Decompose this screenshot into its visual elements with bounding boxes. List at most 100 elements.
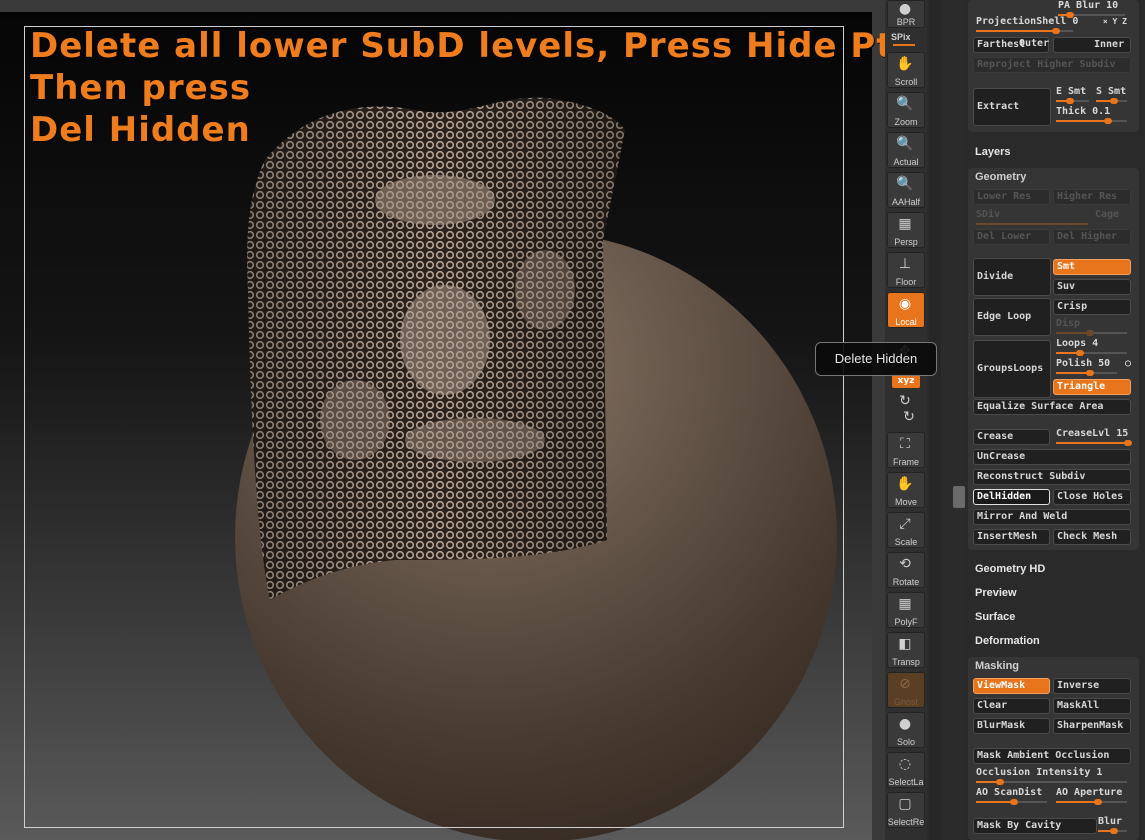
tooltip: Delete Hidden xyxy=(815,342,937,376)
divide-button[interactable]: Divide xyxy=(973,258,1051,296)
polish-circle-icon[interactable]: ○ xyxy=(1125,358,1131,370)
mirror-and-weld-button[interactable]: Mirror And Weld xyxy=(973,509,1131,525)
extract-button[interactable]: Extract xyxy=(973,88,1051,126)
sdiv-slider[interactable]: SDiv xyxy=(973,209,1093,227)
hand-icon: ✋ xyxy=(896,56,914,72)
spix-slider[interactable]: SPix xyxy=(887,30,925,48)
triangle-toggle[interactable]: Triangle xyxy=(1053,379,1131,395)
reproject-higher-subdiv-button[interactable]: Reproject Higher Subdiv xyxy=(973,57,1131,73)
xyz-label: xyz xyxy=(892,374,920,388)
solo-button[interactable]: ● Solo xyxy=(887,712,925,748)
polish-slider[interactable]: Polish 50 ○ xyxy=(1053,358,1133,376)
clear-mask-button[interactable]: Clear xyxy=(973,698,1050,714)
preview-section-header[interactable]: Preview xyxy=(975,587,1017,599)
perspective-grid-icon: ▦ xyxy=(898,216,912,232)
geometry-hd-section-header[interactable]: Geometry HD xyxy=(975,563,1045,575)
del-lower-button[interactable]: Del Lower xyxy=(973,229,1050,245)
close-holes-button[interactable]: Close Holes xyxy=(1053,489,1131,505)
aahalf-button[interactable]: 🔍 AAHalf xyxy=(887,172,925,208)
masking-section-header[interactable]: Masking xyxy=(968,658,1139,674)
lower-res-button[interactable]: Lower Res xyxy=(973,189,1050,205)
transp-button[interactable]: ◧ Transp xyxy=(887,632,925,668)
higher-res-button[interactable]: Higher Res xyxy=(1053,189,1131,205)
disp-slider[interactable]: Disp xyxy=(1053,318,1133,336)
inner-button[interactable]: Inner xyxy=(1053,37,1131,53)
lasso-icon: ◌ xyxy=(898,756,912,772)
layers-section-header[interactable]: Layers xyxy=(975,146,1010,158)
selectlasso-button[interactable]: ◌ SelectLa xyxy=(887,752,925,788)
edge-loop-button[interactable]: Edge Loop xyxy=(973,298,1051,336)
crease-button[interactable]: Crease xyxy=(973,429,1050,445)
cage-button[interactable]: Cage xyxy=(1093,209,1133,227)
magnifier-icon: 🔍 xyxy=(896,136,914,152)
frame-icon: ⛶ xyxy=(900,436,910,452)
polyf-button[interactable]: ▦ PolyF xyxy=(887,592,925,628)
uncrease-button[interactable]: UnCrease xyxy=(973,449,1131,465)
hand-icon: ✋ xyxy=(896,476,914,492)
s-smt-slider[interactable]: S Smt xyxy=(1093,86,1133,104)
ao-aperture-slider[interactable]: AO Aperture xyxy=(1053,787,1133,805)
scale-button[interactable]: ⤢ Scale xyxy=(887,512,925,548)
equalize-surface-area-button[interactable]: Equalize Surface Area xyxy=(973,399,1131,415)
solo-icon: ● xyxy=(898,716,912,732)
crease-lvl-slider[interactable]: CreaseLvl 15 xyxy=(1053,428,1133,446)
mask-all-button[interactable]: MaskAll xyxy=(1053,698,1131,714)
groups-loops-button[interactable]: GroupsLoops xyxy=(973,340,1051,398)
surface-section-header[interactable]: Surface xyxy=(975,611,1015,623)
mask-by-cavity-button[interactable]: Mask By Cavity xyxy=(973,818,1097,834)
rotate-button[interactable]: ⟲ Rotate xyxy=(887,552,925,588)
sharpen-mask-button[interactable]: SharpenMask xyxy=(1053,718,1131,734)
select-rect-icon: ▢ xyxy=(898,796,912,812)
e-smt-slider[interactable]: E Smt xyxy=(1053,86,1095,104)
viewmask-toggle[interactable]: ViewMask xyxy=(973,678,1050,694)
ao-scandist-slider[interactable]: AO ScanDist xyxy=(973,787,1053,805)
transparency-icon: ◧ xyxy=(898,636,912,652)
magnifier-icon: 🔍 xyxy=(896,96,914,112)
move-button[interactable]: ✋ Move xyxy=(887,472,925,508)
loops-slider[interactable]: Loops 4 xyxy=(1053,338,1133,356)
suv-toggle[interactable]: Suv xyxy=(1053,279,1131,295)
del-higher-button[interactable]: Del Higher xyxy=(1053,229,1131,245)
bpr-button[interactable]: ● BPR xyxy=(887,0,925,28)
insert-mesh-button[interactable]: InsertMesh xyxy=(973,529,1050,545)
rotate-icon: ⟲ xyxy=(899,556,911,572)
selectrect-button[interactable]: ▢ SelectRe xyxy=(887,792,925,828)
deformation-section-header[interactable]: Deformation xyxy=(975,635,1040,647)
ghost-button[interactable]: ⊘ Ghost xyxy=(887,672,925,708)
inverse-button[interactable]: Inverse xyxy=(1053,678,1131,694)
local-pivot-icon: ◉ xyxy=(898,296,912,312)
blur-mask-button[interactable]: BlurMask xyxy=(973,718,1050,734)
occlusion-intensity-slider[interactable]: Occlusion Intensity 1 xyxy=(973,767,1133,785)
ghost-icon: ⊘ xyxy=(899,676,911,692)
floor-button[interactable]: ⊥ Floor xyxy=(887,252,925,288)
frame-button[interactable]: ⛶ Frame xyxy=(887,432,925,468)
canvas-area: Delete all lower SubD levels, Press Hide… xyxy=(0,0,893,840)
projection-shell-slider[interactable]: ProjectionShell 0 × Y Z xyxy=(973,16,1133,34)
floor-icon: ⊥ xyxy=(898,256,912,272)
tool-palette: PA Blur 10 ProjectionShell 0 × Y Z Farth… xyxy=(965,0,1145,840)
thick-slider[interactable]: Thick 0.1 xyxy=(1053,106,1133,124)
rotate-axes-buttons[interactable]: ↻ ↻ xyxy=(887,392,925,428)
del-hidden-button[interactable]: DelHidden xyxy=(973,489,1050,505)
magnifier-icon: 🔍 xyxy=(896,176,914,192)
scale-icon: ⤢ xyxy=(899,516,911,532)
local-button[interactable]: ◉ Local xyxy=(887,292,925,328)
geometry-section-header[interactable]: Geometry xyxy=(968,169,1139,185)
rotate-z-icon: ↻ xyxy=(903,409,915,425)
tray-divider[interactable] xyxy=(929,0,941,840)
persp-button[interactable]: ▦ Persp xyxy=(887,212,925,248)
mask-ambient-occlusion-button[interactable]: Mask Ambient Occlusion xyxy=(973,748,1131,764)
right-shelf-toolbar: ● BPR SPix ✋ Scroll 🔍 Zoom 🔍 Actual 🔍 AA… xyxy=(885,0,927,840)
scroll-button[interactable]: ✋ Scroll xyxy=(887,52,925,88)
annotation-line-3: Del Hidden xyxy=(30,110,251,150)
reconstruct-subdiv-button[interactable]: Reconstruct Subdiv xyxy=(973,469,1131,485)
zoom-button[interactable]: 🔍 Zoom xyxy=(887,92,925,128)
crisp-toggle[interactable]: Crisp xyxy=(1053,299,1131,315)
actual-button[interactable]: 🔍 Actual xyxy=(887,132,925,168)
check-mesh-button[interactable]: Check Mesh xyxy=(1053,529,1131,545)
scrollbar-thumb[interactable] xyxy=(953,486,965,508)
annotation-line-1: Delete all lower SubD levels, Press Hide… xyxy=(30,26,894,66)
smt-toggle[interactable]: Smt xyxy=(1053,259,1131,275)
spix-slider-fill xyxy=(893,44,915,46)
blur-slider[interactable]: Blur xyxy=(1095,816,1133,834)
